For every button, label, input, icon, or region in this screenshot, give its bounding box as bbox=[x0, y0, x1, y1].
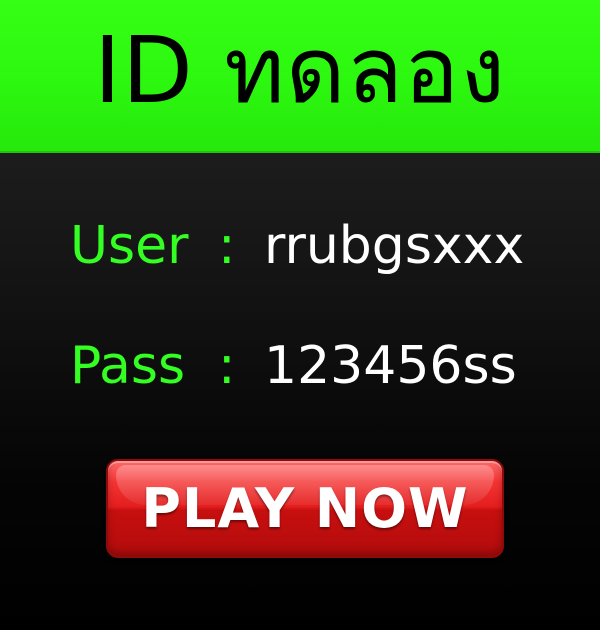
header-banner: ID ทดลอง bbox=[0, 0, 600, 153]
trial-id-card: ID ทดลอง User : rrubgsxxx Pass : 123456s… bbox=[0, 0, 600, 630]
play-now-button[interactable]: PLAY NOW bbox=[106, 459, 504, 558]
pass-label: Pass bbox=[70, 336, 186, 396]
user-value: rrubgsxxx bbox=[264, 216, 525, 276]
user-label: User bbox=[70, 216, 189, 276]
play-now-label: PLAY NOW bbox=[141, 477, 469, 540]
page-title: ID ทดลอง bbox=[93, 17, 507, 124]
pass-value: 123456ss bbox=[264, 336, 517, 396]
user-separator: : bbox=[218, 216, 236, 276]
user-row: User : rrubgsxxx bbox=[70, 206, 570, 286]
pass-separator: : bbox=[218, 336, 236, 396]
pass-row: Pass : 123456ss bbox=[70, 326, 570, 406]
